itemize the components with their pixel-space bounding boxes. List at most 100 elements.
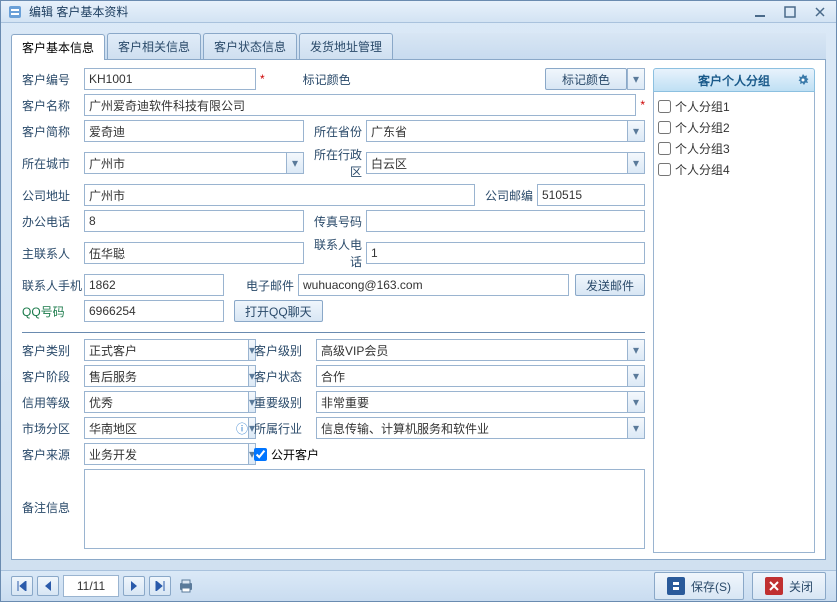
cust-stage-input[interactable]: [84, 365, 248, 387]
mark-color-combo[interactable]: 标记颜色 ▾: [545, 68, 645, 90]
label-contact-tel: 联系人电话: [304, 236, 366, 270]
gear-icon[interactable]: [796, 73, 810, 87]
label-zip: 公司邮编: [475, 187, 537, 204]
public-checkbox[interactable]: [254, 448, 267, 461]
contact-tel-input[interactable]: [366, 242, 645, 264]
importance-combo[interactable]: ▾: [316, 391, 645, 413]
tab-basic-info[interactable]: 客户基本信息: [11, 34, 105, 60]
market-combo[interactable]: ▾: [84, 417, 234, 439]
group-item[interactable]: 个人分组1: [658, 96, 810, 117]
nav-page-input[interactable]: [63, 575, 119, 597]
public-checkbox-label[interactable]: 公开客户: [254, 446, 319, 463]
tab-shipping-address[interactable]: 发货地址管理: [299, 33, 393, 59]
group-checkbox[interactable]: [658, 121, 671, 134]
credit-input[interactable]: [84, 391, 248, 413]
fax-input[interactable]: [366, 210, 645, 232]
titlebar: 编辑 客户基本资料: [1, 1, 836, 23]
importance-input[interactable]: [316, 391, 627, 413]
label-qq: QQ号码: [22, 303, 84, 320]
city-input[interactable]: [84, 152, 286, 174]
group-label: 个人分组2: [675, 119, 730, 136]
label-address: 公司地址: [22, 187, 84, 204]
chevron-down-icon[interactable]: ▾: [627, 120, 645, 142]
save-label: 保存(S): [691, 578, 731, 595]
customer-no-input[interactable]: [84, 68, 256, 90]
info-icon[interactable]: ⓘ: [236, 420, 248, 437]
label-cust-type: 客户类别: [22, 342, 84, 359]
group-label: 个人分组1: [675, 98, 730, 115]
cust-stage-combo[interactable]: ▾: [84, 365, 234, 387]
footer: 保存(S) 关闭: [1, 570, 836, 601]
group-item[interactable]: 个人分组3: [658, 138, 810, 159]
group-label: 个人分组3: [675, 140, 730, 157]
cust-status-combo[interactable]: ▾: [316, 365, 645, 387]
province-combo[interactable]: ▾: [366, 120, 645, 142]
group-checkbox[interactable]: [658, 100, 671, 113]
remark-textarea[interactable]: [84, 469, 645, 549]
save-button[interactable]: 保存(S): [654, 572, 744, 600]
group-checkbox[interactable]: [658, 142, 671, 155]
group-item[interactable]: 个人分组2: [658, 117, 810, 138]
cust-type-input[interactable]: [84, 339, 248, 361]
industry-input[interactable]: [316, 417, 627, 439]
market-input[interactable]: [84, 417, 248, 439]
close-icon: [765, 577, 783, 595]
chevron-down-icon[interactable]: ▾: [627, 417, 645, 439]
address-input[interactable]: [84, 184, 475, 206]
save-icon: [667, 577, 685, 595]
tab-page: 客户编号 * 标记颜色 标记颜色 ▾ 客户名称 * 客户简称: [11, 60, 826, 560]
group-item[interactable]: 个人分组4: [658, 159, 810, 180]
zip-input[interactable]: [537, 184, 645, 206]
group-checkbox[interactable]: [658, 163, 671, 176]
label-industry: 所属行业: [254, 420, 316, 437]
customer-name-input[interactable]: [84, 94, 636, 116]
side-title: 客户个人分组: [698, 72, 770, 89]
label-city: 所在城市: [22, 155, 84, 172]
window: 编辑 客户基本资料 客户基本信息 客户相关信息 客户状态信息 发货地址管理 客户…: [0, 0, 837, 602]
label-office-tel: 办公电话: [22, 213, 84, 230]
district-input[interactable]: [366, 152, 627, 174]
side-body: 个人分组1 个人分组2 个人分组3 个人分组4: [653, 92, 815, 553]
chevron-down-icon[interactable]: ▾: [627, 365, 645, 387]
maximize-button[interactable]: [780, 4, 800, 20]
chevron-down-icon[interactable]: ▾: [286, 152, 304, 174]
tab-related-info[interactable]: 客户相关信息: [107, 33, 201, 59]
industry-combo[interactable]: ▾: [316, 417, 645, 439]
chevron-down-icon[interactable]: ▾: [627, 152, 645, 174]
close-button-footer[interactable]: 关闭: [752, 572, 826, 600]
main-contact-input[interactable]: [84, 242, 304, 264]
cust-type-combo[interactable]: ▾: [84, 339, 234, 361]
email-input[interactable]: [298, 274, 569, 296]
print-icon[interactable]: [175, 576, 197, 596]
cust-level-combo[interactable]: ▾: [316, 339, 645, 361]
mark-color-button[interactable]: 标记颜色: [545, 68, 627, 90]
nav-first-button[interactable]: [11, 576, 33, 596]
source-input[interactable]: [84, 443, 248, 465]
send-mail-button[interactable]: 发送邮件: [575, 274, 645, 296]
chevron-down-icon[interactable]: ▾: [627, 391, 645, 413]
contact-mobile-input[interactable]: [84, 274, 224, 296]
chevron-down-icon[interactable]: ▾: [627, 68, 645, 90]
label-email: 电子邮件: [224, 277, 298, 294]
close-label: 关闭: [789, 578, 813, 595]
cust-level-input[interactable]: [316, 339, 627, 361]
qq-input[interactable]: [84, 300, 224, 322]
source-combo[interactable]: ▾: [84, 443, 234, 465]
cust-status-input[interactable]: [316, 365, 627, 387]
nav-next-button[interactable]: [123, 576, 145, 596]
nav-prev-button[interactable]: [37, 576, 59, 596]
city-combo[interactable]: ▾: [84, 152, 304, 174]
nav-last-button[interactable]: [149, 576, 171, 596]
close-button[interactable]: [810, 4, 830, 20]
tab-status-info[interactable]: 客户状态信息: [203, 33, 297, 59]
window-buttons: [750, 4, 830, 20]
office-tel-input[interactable]: [84, 210, 304, 232]
open-qq-button[interactable]: 打开QQ聊天: [234, 300, 323, 322]
province-input[interactable]: [366, 120, 627, 142]
district-combo[interactable]: ▾: [366, 152, 645, 174]
credit-combo[interactable]: ▾: [84, 391, 234, 413]
short-name-input[interactable]: [84, 120, 304, 142]
chevron-down-icon[interactable]: ▾: [627, 339, 645, 361]
label-mark-color: 标记颜色: [265, 71, 355, 88]
minimize-button[interactable]: [750, 4, 770, 20]
